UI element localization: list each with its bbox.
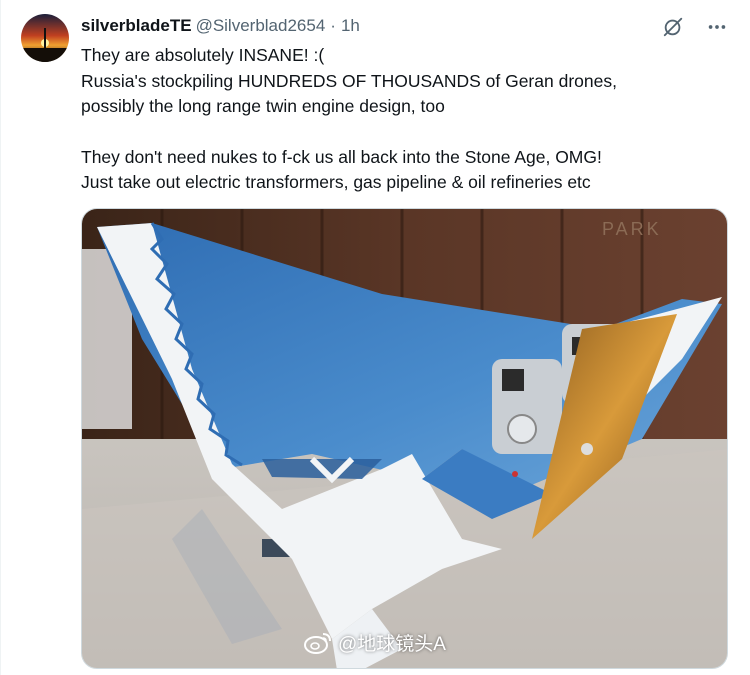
separator-dot: · [330, 16, 336, 35]
avatar[interactable] [21, 14, 69, 62]
tweet-header: silverbladeTE @Silverblad2654 · 1h [81, 16, 360, 36]
more-icon [708, 25, 726, 29]
media-watermark: @地球镜头A [304, 629, 446, 656]
tweet-text-line: They are absolutely INSANE! :( [81, 45, 325, 65]
tweet-actions [658, 12, 732, 42]
handle[interactable]: @Silverblad2654 [196, 16, 326, 36]
tweet-text-line: Just take out electric transformers, gas… [81, 172, 591, 192]
grok-icon [663, 17, 683, 37]
drone-photo: PARK [82, 209, 727, 668]
tweet[interactable]: silverbladeTE @Silverblad2654 · 1h They … [0, 0, 750, 675]
grok-button[interactable] [658, 12, 688, 42]
tweet-text-line: They don't need nukes to f-ck us all bac… [81, 146, 602, 167]
tweet-media[interactable]: PARK @地球镜头A [81, 208, 728, 669]
weibo-logo-icon [304, 632, 331, 654]
display-name[interactable]: silverbladeTE [81, 16, 192, 36]
watermark-text: @地球镜头A [338, 634, 446, 655]
avatar-image [21, 14, 69, 62]
tweet-text-line: Russia's stockpiling HUNDREDS OF THOUSAN… [81, 70, 617, 91]
tweet-text-line: possibly the long range twin engine desi… [81, 96, 445, 116]
timestamp[interactable]: 1h [341, 16, 360, 36]
more-button[interactable] [702, 12, 732, 42]
tweet-text: They are absolutely INSANE! :( Russia's … [81, 43, 721, 196]
background-sign-text: PARK [602, 219, 662, 239]
